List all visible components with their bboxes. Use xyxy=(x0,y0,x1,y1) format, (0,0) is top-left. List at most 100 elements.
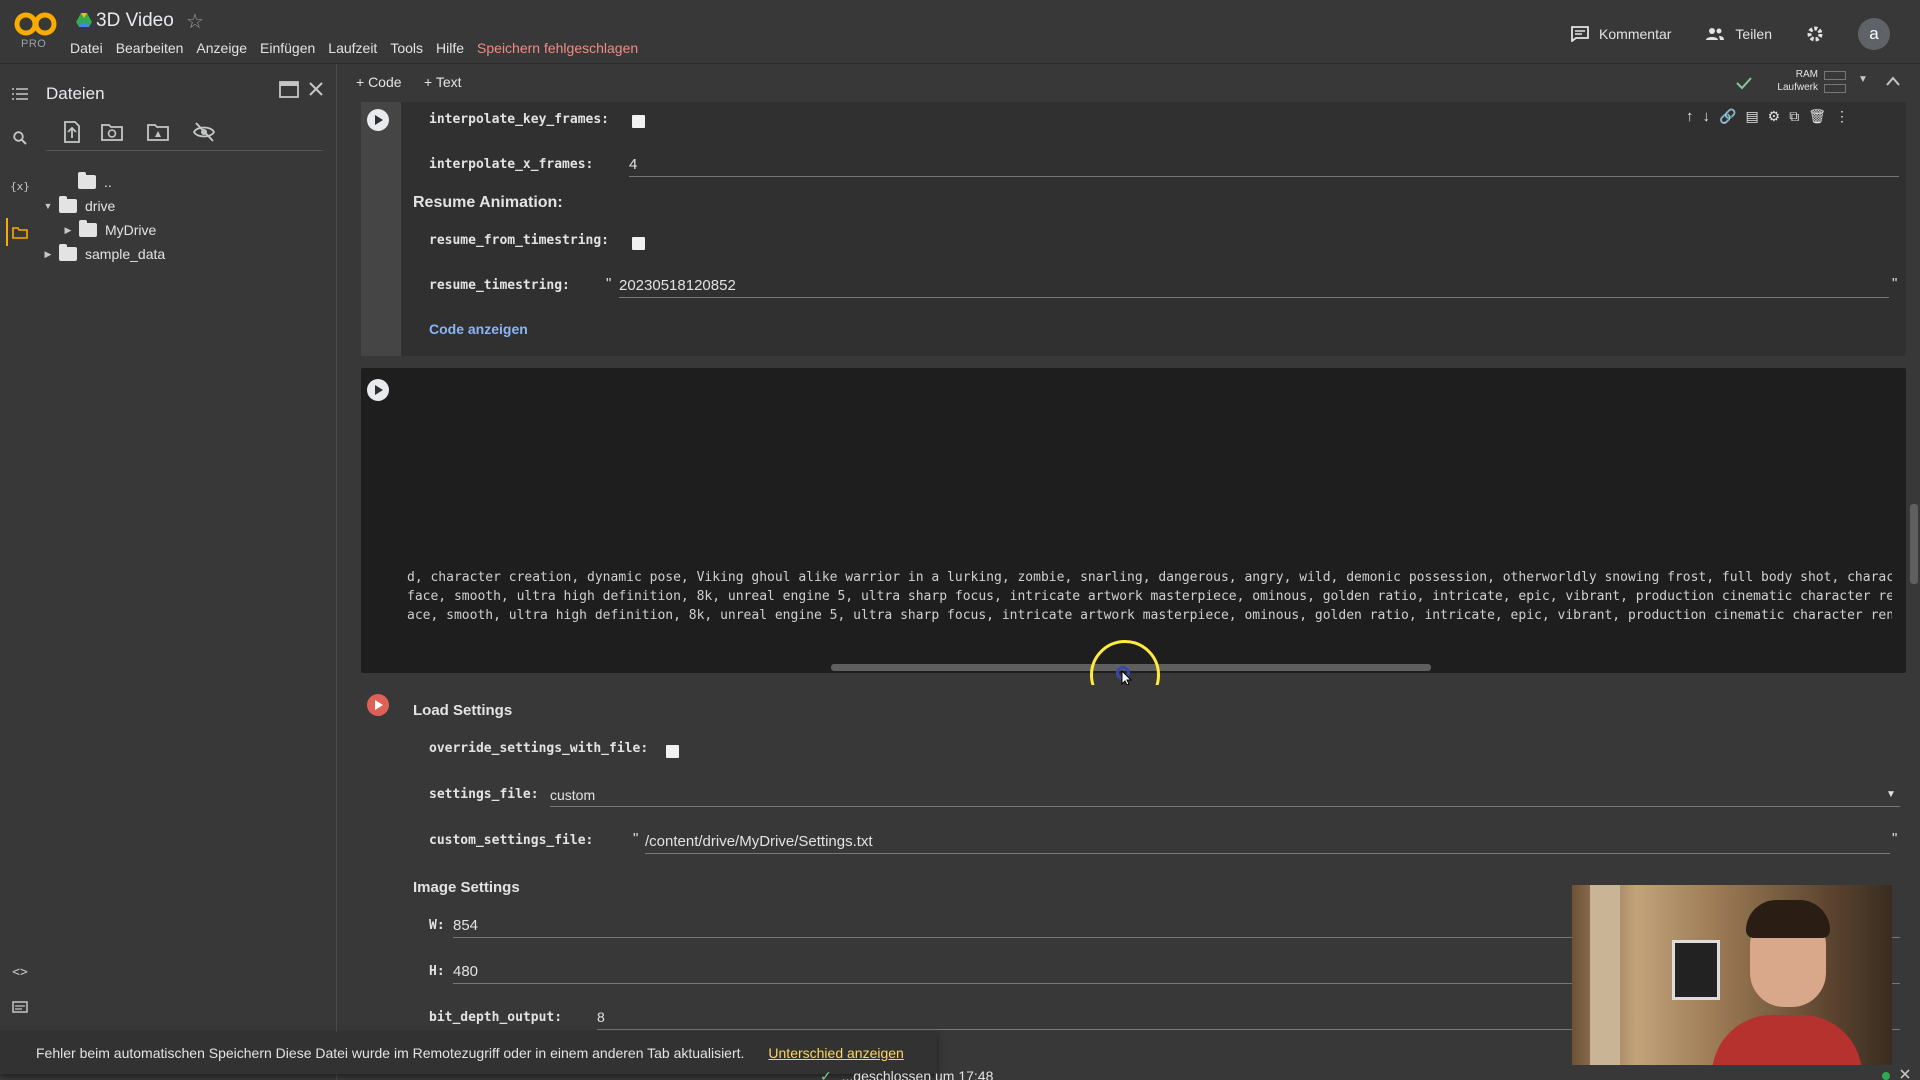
runtime-dropdown-icon[interactable]: ▼ xyxy=(1858,74,1868,85)
notebook-title[interactable]: 3D Video xyxy=(96,10,174,32)
star-icon[interactable]: ☆ xyxy=(186,9,204,34)
hide-hidden-files-icon[interactable] xyxy=(192,120,216,144)
comment-button[interactable]: Kommentar xyxy=(1571,26,1671,42)
resource-labels[interactable]: RAM Laufwerk xyxy=(1756,68,1818,94)
menu-item-anzeige[interactable]: Anzeige xyxy=(196,40,247,56)
collapse-header-icon[interactable] xyxy=(1886,76,1900,86)
settings-button[interactable] xyxy=(1806,25,1834,43)
resume-timestring-input[interactable]: 20230518120852 xyxy=(619,277,736,294)
chevron-right-icon[interactable]: ▶ xyxy=(41,249,55,260)
menu-item-datei[interactable]: Datei xyxy=(70,40,103,56)
section-heading: Resume Animation: xyxy=(413,194,563,211)
terminal-icon[interactable] xyxy=(10,997,30,1017)
gear-icon[interactable]: ⚙ xyxy=(1768,108,1781,125)
tree-item-label: sample_data xyxy=(85,246,166,262)
field-label: resume_from_timestring: xyxy=(429,233,610,248)
folder-icon xyxy=(59,196,77,213)
tree-item-sample-data[interactable]: ▶ sample_data xyxy=(41,244,165,264)
chevron-down-icon[interactable]: ▼ xyxy=(1886,789,1896,800)
settings-file-select[interactable]: custom xyxy=(550,787,595,803)
chevron-right-icon[interactable]: ▶ xyxy=(61,225,75,236)
cell-title: Load Settings xyxy=(413,702,513,719)
field-label: override_settings_with_file: xyxy=(429,741,649,756)
form-cell-resume-animation[interactable]: ↑ ↓ 🔗 ▤ ⚙ ⧉ 🗑 ⋮ interpolate_key_frames: … xyxy=(361,102,1906,356)
custom-settings-file-input[interactable]: /content/drive/MyDrive/Settings.txt xyxy=(645,833,873,850)
run-cell-button[interactable] xyxy=(367,109,389,131)
status-bar: ✓ ...geschlossen um 17:48 xyxy=(820,1068,993,1080)
vertical-scrollbar[interactable] xyxy=(1910,504,1918,584)
left-rail: {x} <> xyxy=(0,64,40,1080)
menu-item-laufzeit[interactable]: Laufzeit xyxy=(328,40,377,56)
folder-icon xyxy=(79,220,97,237)
tree-item-drive[interactable]: ▼ drive xyxy=(41,196,115,216)
chevron-down-icon[interactable]: ▼ xyxy=(41,201,55,211)
toc-icon[interactable] xyxy=(10,84,30,104)
run-cell-button-error[interactable] xyxy=(367,694,389,716)
variables-icon[interactable]: {x} xyxy=(10,176,30,196)
ram-meter xyxy=(1824,71,1846,80)
tree-item-parent[interactable]: .. xyxy=(60,172,112,192)
field-label: resume_timestring: xyxy=(429,278,570,293)
cell-toolbar: ↑ ↓ 🔗 ▤ ⚙ ⧉ 🗑 ⋮ xyxy=(1686,108,1849,125)
resume-from-timestring-checkbox[interactable] xyxy=(632,237,645,250)
tree-item-label: MyDrive xyxy=(105,222,157,238)
colab-logo-icon[interactable] xyxy=(14,10,58,40)
run-cell-button[interactable] xyxy=(367,379,389,401)
show-code-link[interactable]: Code anzeigen xyxy=(429,321,528,337)
notebook-toolbar: + Code + Text RAM Laufwerk ▼ xyxy=(338,64,1920,102)
files-panel-title: Dateien xyxy=(46,84,105,103)
interpolate-x-frames-input[interactable]: 4 xyxy=(629,156,637,173)
folder-up-icon xyxy=(78,172,96,189)
upload-file-icon[interactable] xyxy=(60,120,84,144)
override-settings-checkbox[interactable] xyxy=(666,745,679,758)
menu-item-einfuegen[interactable]: Einfügen xyxy=(260,40,315,56)
interpolate-key-frames-checkbox[interactable] xyxy=(632,115,645,128)
folder-icon[interactable] xyxy=(10,222,30,242)
close-icon[interactable] xyxy=(1900,1069,1910,1079)
gear-icon xyxy=(1807,26,1823,42)
add-text-button[interactable]: + Text xyxy=(424,74,462,90)
comment-icon[interactable]: ▤ xyxy=(1745,108,1758,125)
field-label: bit_depth_output: xyxy=(429,1010,563,1025)
mount-drive-icon[interactable] xyxy=(146,120,170,144)
files-panel: Dateien .. ▼ drive ▶ MyDrive ▶ sample_da… xyxy=(40,64,337,1080)
share-button[interactable]: Teilen xyxy=(1705,26,1772,42)
width-input[interactable]: 854 xyxy=(453,917,478,934)
field-label: W: xyxy=(429,918,445,933)
more-vert-icon[interactable]: ⋮ xyxy=(1835,108,1849,125)
comment-label: Kommentar xyxy=(1599,26,1672,42)
webcam-overlay xyxy=(1572,885,1892,1065)
ram-label: RAM xyxy=(1795,69,1818,80)
move-up-icon[interactable]: ↑ xyxy=(1686,108,1694,125)
menu-item-tools[interactable]: Tools xyxy=(390,40,423,56)
menu-item-bearbeiten[interactable]: Bearbeiten xyxy=(116,40,184,56)
bit-depth-input[interactable]: 8 xyxy=(597,1009,605,1025)
connected-check-icon xyxy=(1736,77,1752,90)
drive-icon xyxy=(76,13,92,27)
autosave-error-toast: Fehler beim automatischen Speichern Dies… xyxy=(0,1032,937,1074)
show-diff-link[interactable]: Unterschied anzeigen xyxy=(768,1045,903,1061)
avatar[interactable]: a xyxy=(1858,18,1890,50)
code-cell-output[interactable]: d, character creation, dynamic pose, Vik… xyxy=(361,368,1906,673)
share-label: Teilen xyxy=(1735,26,1772,42)
open-in-tab-icon[interactable] xyxy=(279,81,299,99)
link-icon[interactable]: 🔗 xyxy=(1719,108,1736,125)
field-label: H: xyxy=(429,964,445,979)
save-failed-status[interactable]: Speichern fehlgeschlagen xyxy=(477,40,638,56)
add-code-button[interactable]: + Code xyxy=(356,74,402,90)
panel-divider xyxy=(46,150,323,151)
mirror-cell-icon[interactable]: ⧉ xyxy=(1789,108,1799,125)
menu-item-hilfe[interactable]: Hilfe xyxy=(436,40,464,56)
search-icon[interactable] xyxy=(10,128,30,148)
delete-icon[interactable]: 🗑 xyxy=(1808,108,1826,125)
tree-item-mydrive[interactable]: ▶ MyDrive xyxy=(61,220,156,240)
refresh-folder-icon[interactable] xyxy=(100,120,124,144)
output-line: face, smooth, ultra high definition, 8k,… xyxy=(407,589,1892,604)
tree-item-label: .. xyxy=(104,174,112,190)
code-snippets-icon[interactable]: <> xyxy=(10,962,30,982)
move-down-icon[interactable]: ↓ xyxy=(1703,108,1711,125)
height-input[interactable]: 480 xyxy=(453,963,478,980)
close-icon[interactable] xyxy=(308,81,324,97)
comment-icon xyxy=(1571,26,1589,42)
person-hair xyxy=(1746,900,1830,938)
